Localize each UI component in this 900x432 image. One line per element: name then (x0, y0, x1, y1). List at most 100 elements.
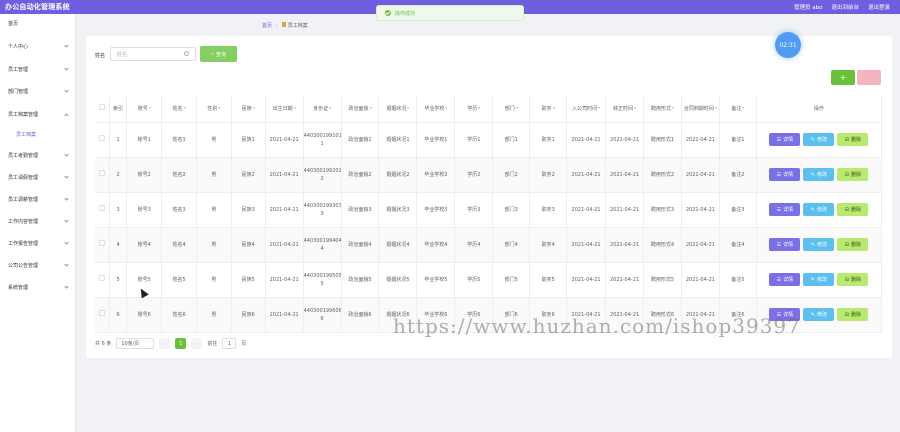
checkbox[interactable] (98, 240, 105, 246)
prev-page-button[interactable]: ‹ (159, 338, 171, 349)
col-school[interactable]: 毕业学校 (416, 96, 456, 123)
search-input[interactable]: 姓名 (110, 47, 196, 61)
sort-icon[interactable] (252, 107, 255, 110)
row-select-cell[interactable] (95, 262, 110, 298)
sort-icon[interactable] (445, 107, 448, 110)
next-page-button[interactable]: › (191, 338, 203, 349)
sidebar-item-work-content[interactable]: 工作内容管理 (0, 214, 76, 228)
col-gender[interactable]: 性别 (196, 96, 232, 123)
sort-icon[interactable] (293, 107, 296, 110)
col-position[interactable]: 职务 (529, 96, 568, 123)
sidebar-item-archives[interactable]: 员工档案管理 (0, 107, 76, 121)
timer-bubble[interactable]: 02:31 (775, 32, 801, 58)
col-regular-date[interactable]: 转正时间 (605, 96, 644, 123)
breadcrumb-home[interactable]: 首页 (262, 22, 272, 29)
sort-icon[interactable] (183, 107, 186, 110)
sort-icon[interactable] (552, 107, 555, 110)
sort-icon[interactable] (369, 107, 372, 110)
sidebar-item-label: 工作报告管理 (8, 240, 39, 247)
col-id-card[interactable]: 身份证 (303, 96, 342, 123)
sidebar-item-departments[interactable]: 部门管理 (0, 84, 76, 98)
row-select-cell[interactable] (95, 122, 110, 158)
checkbox[interactable] (98, 275, 105, 281)
page-size-select[interactable]: 10条/页 (116, 338, 155, 349)
col-birthdate[interactable]: 出生日期 (265, 96, 304, 123)
sort-icon[interactable] (671, 107, 674, 110)
delete-button[interactable]: ⊟ 删除 (837, 273, 869, 286)
col-account[interactable]: 账号 (126, 96, 163, 123)
edit-button[interactable]: ✎ 修改 (803, 168, 835, 181)
col-education[interactable]: 学历 (454, 96, 494, 123)
row-select-cell[interactable] (95, 157, 110, 193)
col-remark[interactable]: 备注 (719, 96, 757, 123)
goto-page-input[interactable]: 1 (222, 338, 237, 349)
table-row[interactable]: 3账号3姓名3男民族32021-04-2144030019930300000 3… (95, 192, 883, 228)
row-select-cell[interactable] (95, 192, 110, 228)
detail-button[interactable]: ☰ 详情 (769, 203, 801, 216)
checkbox[interactable] (98, 310, 105, 316)
sort-icon[interactable] (478, 107, 481, 110)
sidebar-item-attendance[interactable]: 员工考勤管理 (0, 148, 76, 162)
edit-button[interactable]: ✎ 修改 (803, 308, 835, 321)
col-name[interactable]: 姓名 (161, 96, 197, 123)
col-political[interactable]: 政治面貌 (341, 96, 380, 123)
col-ethnicity[interactable]: 民族 (231, 96, 266, 123)
sidebar-item-salary[interactable]: 员工调薪管理 (0, 192, 76, 206)
batch-delete-button[interactable]: - (857, 70, 881, 85)
col-join-date[interactable]: 入公司时间 (566, 96, 607, 123)
sort-icon[interactable] (742, 107, 745, 110)
cell-account: 账号3 (126, 192, 163, 228)
edit-button[interactable]: ✎ 修改 (803, 273, 835, 286)
delete-button[interactable]: ⊟ 删除 (837, 168, 869, 181)
sort-icon[interactable] (218, 107, 221, 110)
table-row[interactable]: 5账号5姓名5男民族52021-04-2144030019950505000 5… (95, 262, 883, 298)
detail-button[interactable]: ☰ 详情 (769, 238, 801, 251)
delete-button[interactable]: ⊟ 删除 (837, 238, 869, 251)
checkbox[interactable] (98, 104, 105, 111)
detail-button[interactable]: ☰ 详情 (769, 168, 801, 181)
detail-button[interactable]: ☰ 详情 (769, 133, 801, 146)
sort-icon[interactable] (329, 107, 332, 110)
edit-button[interactable]: ✎ 修改 (803, 203, 835, 216)
col-employment-type[interactable]: 聘用形式 (643, 96, 682, 123)
table-row[interactable]: 4账号4姓名4男民族42021-04-2144030019940404000 4… (95, 227, 883, 263)
checkbox[interactable] (98, 170, 105, 176)
add-button[interactable]: + (831, 70, 855, 85)
select-all-header[interactable] (95, 96, 110, 123)
sidebar-item-employees[interactable]: 员工管理 (0, 62, 76, 76)
col-index: 索引 (109, 96, 128, 123)
sidebar-item-system[interactable]: 系统管理 (0, 280, 76, 294)
col-contract-end[interactable]: 合同到期时间 (681, 96, 720, 123)
table-row[interactable]: 1账号1姓名1男民族12021-04-2144030019910101000 1… (95, 122, 883, 158)
sidebar-item-profile[interactable]: 个人中心 (0, 39, 76, 53)
col-department[interactable]: 部门 (492, 96, 531, 123)
row-select-cell[interactable] (95, 297, 110, 333)
page-number-current[interactable]: 1 (175, 338, 187, 349)
table-row[interactable]: 2账号2姓名2男民族22021-04-2144030019920202000 2… (95, 157, 883, 193)
cell-birthdate: 2021-04-21 (265, 227, 304, 263)
edit-button[interactable]: ✎ 修改 (803, 238, 835, 251)
sidebar-item-announcements[interactable]: 公司公告管理 (0, 258, 76, 272)
delete-button[interactable]: ⊟ 删除 (837, 133, 869, 146)
search-button[interactable]: ⌕ 查询 (200, 46, 237, 62)
row-select-cell[interactable] (95, 227, 110, 263)
checkbox[interactable] (98, 135, 105, 141)
sort-icon[interactable] (598, 107, 601, 110)
sidebar-item-leave[interactable]: 员工请假管理 (0, 170, 76, 184)
delete-button[interactable]: ⊟ 删除 (837, 308, 869, 321)
sort-icon[interactable] (148, 107, 151, 110)
edit-button[interactable]: ✎ 修改 (803, 133, 835, 146)
sidebar-item-work-report[interactable]: 工作报告管理 (0, 236, 76, 250)
sidebar-item-archives-list[interactable]: 员工档案 (0, 127, 76, 141)
sort-icon[interactable] (634, 107, 637, 110)
logout-link[interactable]: 退出登录 (868, 3, 890, 11)
sidebar-item-home[interactable]: 首页 (0, 16, 76, 30)
col-marital[interactable]: 婚姻状况 (378, 96, 418, 123)
sort-icon[interactable] (407, 107, 410, 110)
sort-icon[interactable] (515, 107, 518, 110)
sort-icon[interactable] (714, 107, 717, 110)
back-to-front-link[interactable]: 退出到前台 (831, 3, 859, 11)
checkbox[interactable] (98, 205, 105, 211)
delete-button[interactable]: ⊟ 删除 (837, 203, 869, 216)
detail-button[interactable]: ☰ 详情 (769, 273, 801, 286)
